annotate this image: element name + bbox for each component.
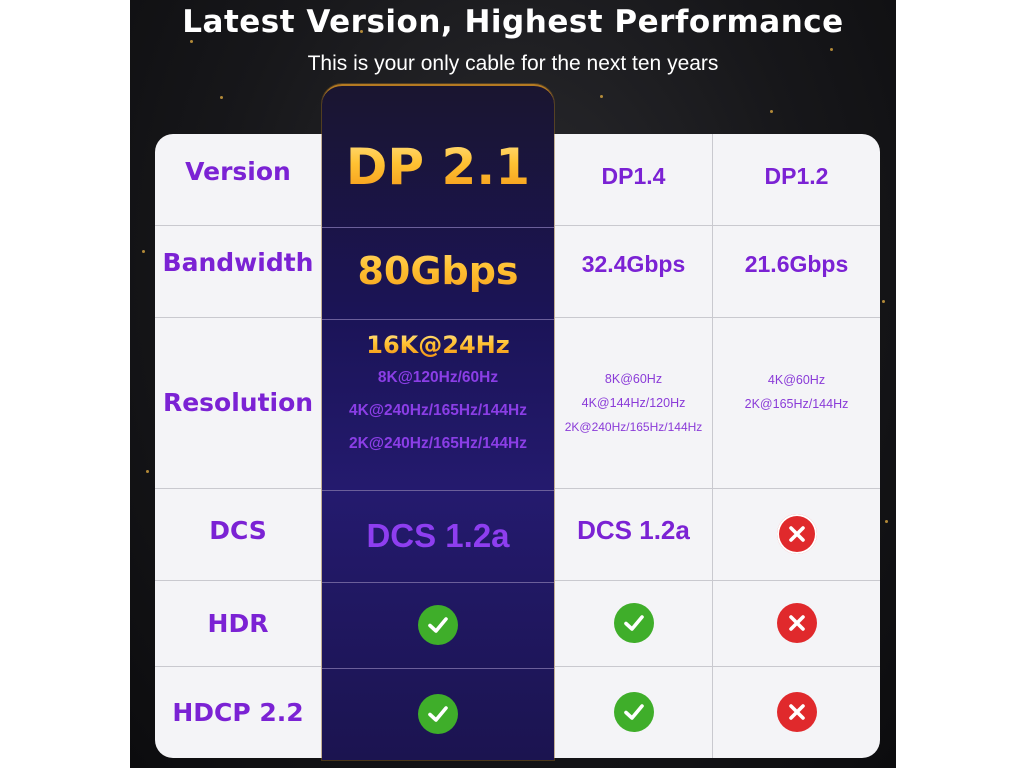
dp14-version: DP1.4	[601, 162, 666, 189]
dp14-hdcp	[555, 666, 712, 758]
dp12-dcs	[713, 488, 880, 580]
check-icon	[613, 603, 654, 643]
row-label-bandwidth: Bandwidth	[162, 247, 314, 277]
dp14-resolution: 8K@60Hz 4K@144Hz/120Hz 2K@240Hz/165Hz/14…	[555, 317, 712, 488]
dp12-version: DP1.2	[764, 162, 829, 189]
banner-subtitle: This is your only cable for the next ten…	[307, 52, 719, 75]
dp14-resolution-line: 2K@240Hz/165Hz/144Hz	[564, 419, 703, 434]
dp21-hdcp	[322, 668, 554, 760]
cross-icon	[776, 603, 817, 643]
dp21-resolution-line: 4K@240Hz/165Hz/144Hz	[349, 402, 527, 419]
dp21-resolution: 16K@24Hz 8K@120Hz/60Hz 4K@240Hz/165Hz/14…	[322, 319, 554, 477]
dp14-dcs: DCS 1.2a	[577, 514, 690, 545]
dp21-highlight-column: DP 2.1 80Gbps 16K@24Hz 8K@120Hz/60Hz 4K@…	[322, 84, 554, 760]
dp12-resolution-line: 4K@60Hz	[767, 373, 826, 387]
check-icon	[418, 694, 458, 734]
dp12-resolution: 4K@60Hz 2K@165Hz/144Hz	[713, 317, 880, 467]
check-icon	[418, 605, 458, 645]
cross-icon	[776, 514, 817, 554]
dp14-bandwidth: 32.4Gbps	[581, 250, 686, 277]
row-label-dcs: DCS	[209, 515, 267, 545]
banner-title: Latest Version, Highest Performance	[182, 4, 844, 40]
row-label-hdcp: HDCP 2.2	[172, 697, 304, 727]
row-label-version: Version	[185, 157, 291, 186]
dp21-resolution-line: 8K@120Hz/60Hz	[377, 369, 499, 386]
dp12-bandwidth: 21.6Gbps	[744, 250, 849, 277]
dp21-resolution-headline: 16K@24Hz	[366, 331, 510, 359]
dp12-hdr	[713, 580, 880, 666]
cross-icon	[776, 692, 817, 732]
row-label-hdr: HDR	[207, 608, 269, 638]
dp21-hdr	[322, 582, 554, 668]
dp21-dcs: DCS 1.2a	[366, 517, 510, 554]
row-label-resolution: Resolution	[162, 388, 314, 417]
dp21-resolution-line: 2K@240Hz/165Hz/144Hz	[349, 435, 527, 452]
dp12-resolution-line: 2K@165Hz/144Hz	[744, 397, 849, 411]
dp21-version: DP 2.1	[322, 128, 554, 206]
banner-panel: Latest Version, Highest Performance This…	[130, 0, 896, 768]
dp14-resolution-line: 4K@144Hz/120Hz	[581, 395, 686, 410]
check-icon	[613, 692, 654, 732]
dp14-hdr	[555, 580, 712, 666]
dp21-bandwidth: 80Gbps	[322, 227, 554, 315]
dp12-hdcp	[713, 666, 880, 758]
dp14-resolution-line: 8K@60Hz	[604, 371, 663, 386]
